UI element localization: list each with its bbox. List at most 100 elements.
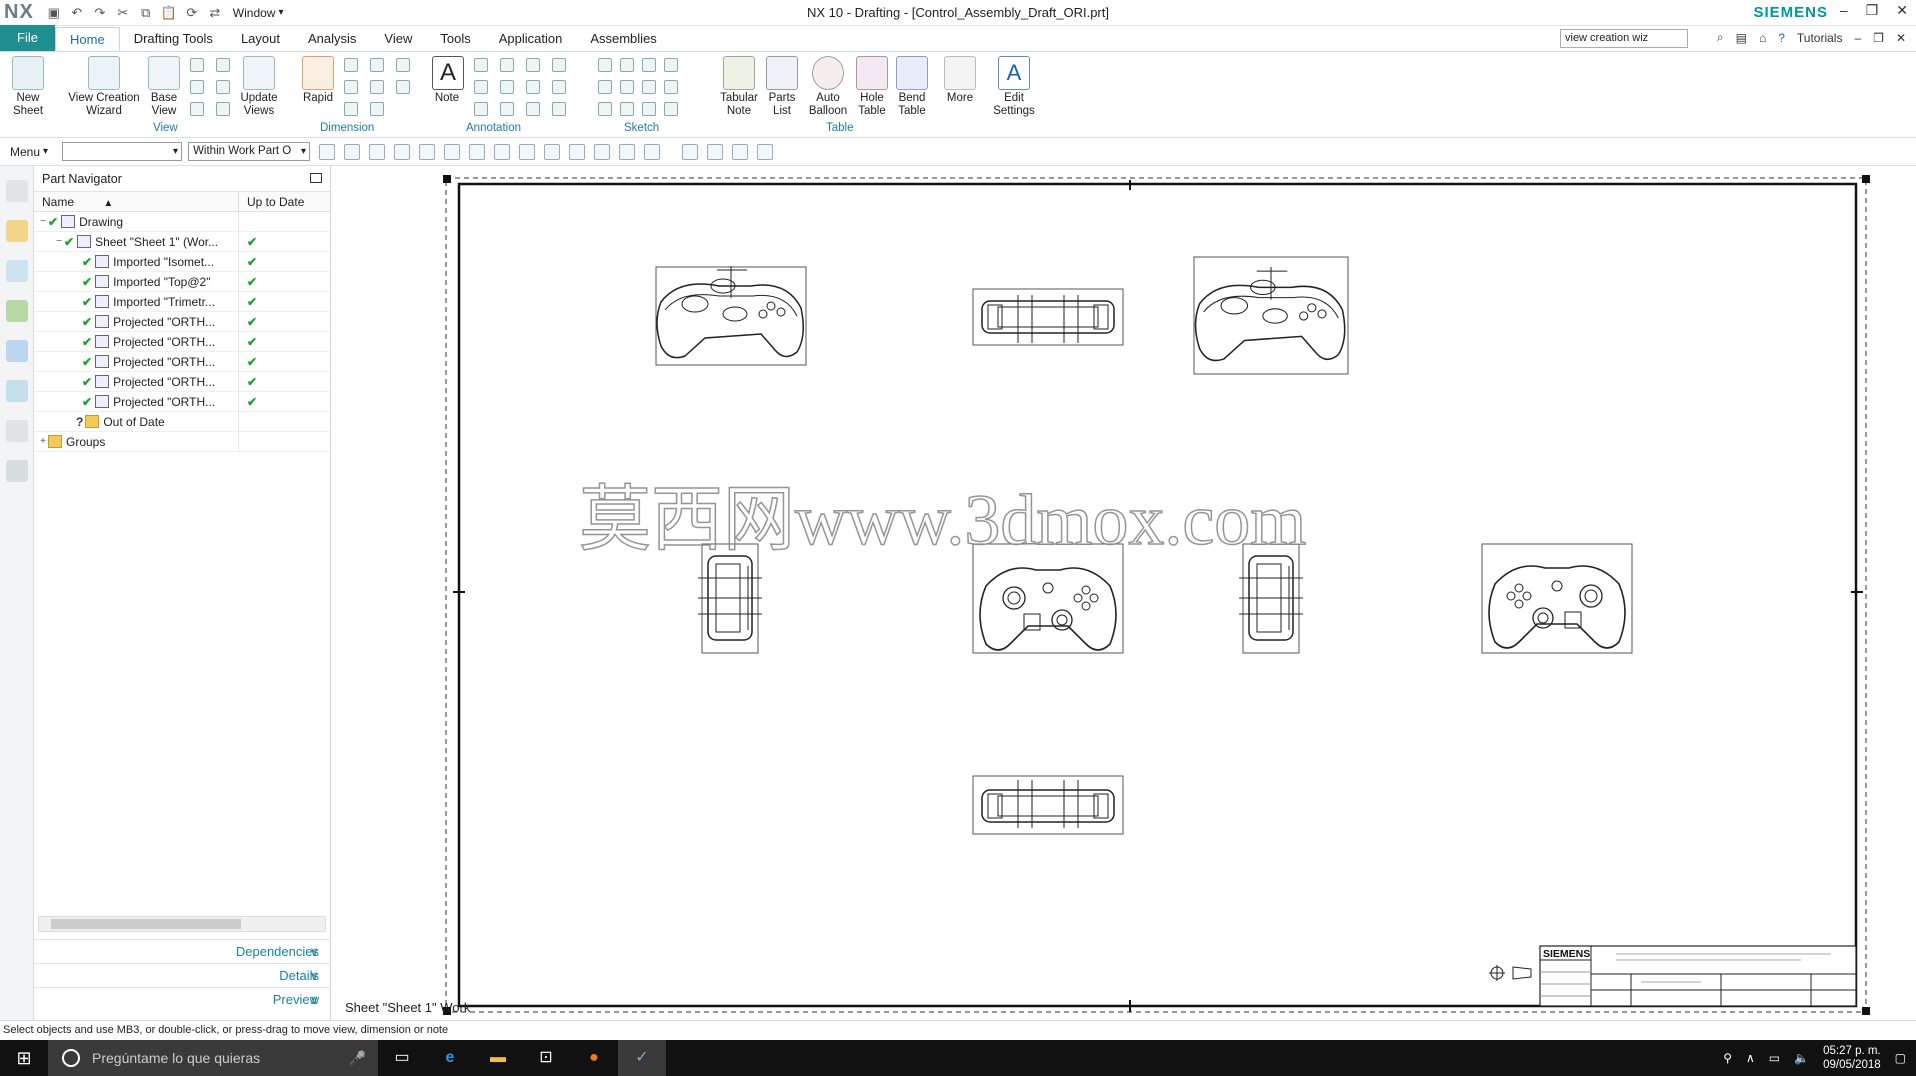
bounded-grid-icon[interactable]	[644, 143, 661, 160]
table-icon[interactable]	[732, 143, 749, 160]
weld-symbol-icon[interactable]	[500, 80, 514, 94]
target-point-icon[interactable]	[526, 80, 540, 94]
tree-row-view[interactable]: ✔ Projected "ORTH... ✔	[34, 312, 330, 332]
projected-view-icon[interactable]	[190, 58, 204, 72]
center-mark-icon[interactable]	[526, 58, 540, 72]
angular-dimension-icon[interactable]	[396, 58, 410, 72]
balloon-icon[interactable]	[526, 102, 540, 116]
home-icon[interactable]: ⌂	[1759, 31, 1766, 45]
tree-row-view[interactable]: ✔ Imported "Isomet... ✔	[34, 252, 330, 272]
point-on-curve-icon[interactable]	[619, 143, 636, 160]
offset-curve-icon[interactable]	[642, 102, 656, 116]
chevron-up-icon[interactable]: ∧	[1746, 1051, 1755, 1065]
edit-settings-button[interactable]: A Edit Settings	[992, 56, 1036, 118]
ordinate-dimension-icon[interactable]	[344, 102, 358, 116]
left-side-view[interactable]	[697, 543, 763, 654]
notifications-icon[interactable]: ▢	[1895, 1051, 1906, 1065]
show-hide-icon[interactable]	[757, 143, 774, 160]
display-sheet-icon[interactable]	[707, 143, 724, 160]
menu-button[interactable]: Menu	[10, 145, 40, 159]
snap-point-icon[interactable]	[419, 143, 436, 160]
cut-icon[interactable]: ✂	[115, 5, 131, 21]
horizontal-scrollbar[interactable]	[38, 916, 326, 932]
column-header-uptodate[interactable]: Up to Date	[239, 192, 327, 211]
file-tab[interactable]: File	[0, 25, 55, 51]
surface-finish-icon[interactable]	[474, 80, 488, 94]
windows-start-icon[interactable]: ⊞	[0, 1048, 48, 1069]
existing-point-icon[interactable]	[594, 143, 611, 160]
identification-symbol-icon[interactable]	[552, 102, 566, 116]
drafting-view-icon[interactable]	[216, 58, 230, 72]
deselect-icon[interactable]	[344, 143, 361, 160]
part-navigator-icon[interactable]	[5, 260, 28, 282]
new-sheet-button[interactable]: New Sheet	[8, 56, 48, 118]
selection-scope-select[interactable]: Within Work Part O	[188, 142, 311, 161]
tabular-note-button[interactable]: Tabular Note	[718, 56, 760, 118]
type-filter-select[interactable]	[62, 142, 183, 161]
volume-muted-icon[interactable]: 🔈	[1794, 1051, 1809, 1065]
preview-section[interactable]: Preview ∨	[34, 987, 331, 1011]
tutorials-button[interactable]: Tutorials	[1797, 31, 1843, 45]
hole-table-button[interactable]: Hole Table	[854, 56, 890, 118]
ellipse-icon[interactable]	[598, 102, 612, 116]
conic-icon[interactable]	[620, 102, 634, 116]
chevron-down-icon[interactable]: ▾	[278, 7, 283, 18]
drawing-sheet[interactable]: 莫西网www.3dmox.com SIEMENS	[331, 166, 1916, 1030]
rectangle-selection-icon[interactable]	[394, 143, 411, 160]
tree-row-view[interactable]: ✔ Imported "Trimetr... ✔	[34, 292, 330, 312]
tab-assemblies[interactable]: Assemblies	[576, 27, 670, 51]
clock-icon[interactable]	[5, 420, 28, 442]
select-all-icon[interactable]	[319, 143, 336, 160]
scrollbar-thumb[interactable]	[51, 919, 241, 929]
bend-table-button[interactable]: Bend Table	[894, 56, 930, 118]
arc-icon[interactable]	[664, 58, 678, 72]
rectangle-icon[interactable]	[620, 58, 634, 72]
gear-icon[interactable]	[5, 180, 28, 202]
point-icon[interactable]	[620, 80, 634, 94]
undo-icon[interactable]: ↶	[69, 5, 85, 21]
perimeter-dimension-icon[interactable]	[370, 102, 384, 116]
copy-icon[interactable]: ⧉	[138, 5, 154, 21]
clock[interactable]: 05:27 p. m. 09/05/2018	[1823, 1044, 1881, 1072]
collapse-icon[interactable]: −	[54, 232, 64, 251]
help-icon[interactable]: ?	[1778, 31, 1785, 45]
view-creation-wizard-button[interactable]: View Creation Wizard	[66, 56, 142, 118]
studio-spline-icon[interactable]	[642, 80, 656, 94]
isometric-view[interactable]	[655, 265, 807, 366]
detail-view-icon[interactable]	[190, 102, 204, 116]
file-explorer-icon[interactable]: ▬	[474, 1040, 522, 1076]
parts-list-button[interactable]: Parts List	[764, 56, 800, 118]
roles-icon[interactable]	[5, 460, 28, 482]
store-icon[interactable]: ⊡	[522, 1040, 570, 1076]
datum-feature-symbol-icon[interactable]	[500, 58, 514, 72]
chamfer-dimension-icon[interactable]	[344, 80, 358, 94]
collapse-icon[interactable]: −	[38, 212, 48, 231]
minimize-icon[interactable]: –	[1854, 31, 1861, 45]
base-view-button[interactable]: Base View	[146, 56, 182, 118]
close-icon[interactable]: ✕	[1896, 2, 1908, 19]
mid-point-icon[interactable]	[469, 143, 486, 160]
tree-row-view[interactable]: ✔ Projected "ORTH... ✔	[34, 372, 330, 392]
save-icon[interactable]: ▣	[46, 5, 62, 21]
front-view[interactable]	[972, 543, 1124, 654]
circle-icon[interactable]	[598, 80, 612, 94]
view-frame-icon[interactable]	[682, 143, 699, 160]
tree-row-out-of-date[interactable]: ? Out of Date	[34, 412, 330, 432]
end-point-icon[interactable]	[444, 143, 461, 160]
tree-row-view[interactable]: ✔ Imported "Top@2" ✔	[34, 272, 330, 292]
linear-dimension-icon[interactable]	[344, 58, 358, 72]
update-views-button[interactable]: Update Views	[238, 56, 280, 118]
web-browser-icon[interactable]	[5, 340, 28, 362]
quadrant-icon[interactable]	[569, 143, 586, 160]
dependencies-section[interactable]: Dependencies ∨	[34, 939, 331, 963]
repeat-command-icon[interactable]: ⟳	[184, 5, 200, 21]
restore-icon[interactable]: ❐	[1866, 2, 1879, 19]
top-view[interactable]	[972, 288, 1124, 346]
maximize-icon[interactable]	[310, 173, 322, 183]
control-point-icon[interactable]	[494, 143, 511, 160]
section-view-icon[interactable]	[190, 80, 204, 94]
tree-row-view[interactable]: ✔ Projected "ORTH... ✔	[34, 352, 330, 372]
tab-analysis[interactable]: Analysis	[294, 27, 370, 51]
edge-icon[interactable]: e	[426, 1040, 474, 1076]
assembly-navigator-icon[interactable]	[5, 220, 28, 242]
